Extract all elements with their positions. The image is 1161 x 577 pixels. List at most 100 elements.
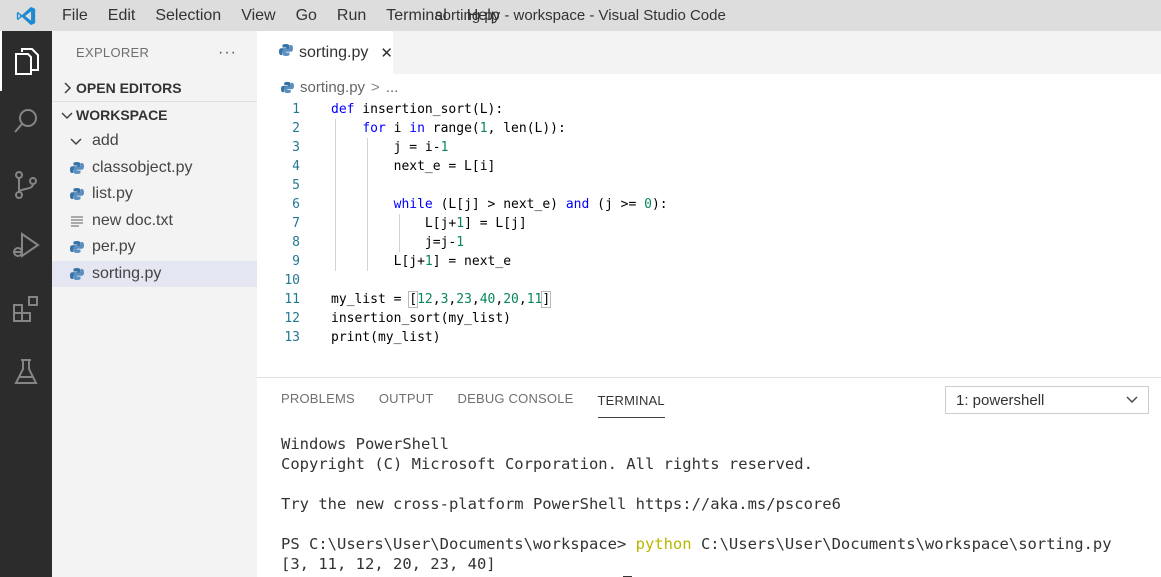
python-icon — [70, 267, 92, 281]
code-text: insertion_sort(my_list) — [331, 311, 512, 326]
explorer-title: EXPLORER — [76, 45, 150, 60]
code-line: 3 j = i-1 — [257, 138, 1161, 157]
code-text: j = i-1 — [331, 140, 449, 155]
tree-item-label: sorting.py — [92, 264, 162, 282]
code-line: 13 print(my_list) — [257, 328, 1161, 347]
terminal-select-dropdown[interactable]: 1: powershell — [945, 386, 1149, 414]
code-text: for i in range(1, len(L)): — [362, 121, 566, 136]
source-control-icon[interactable] — [0, 155, 52, 215]
code-line: 10 — [257, 271, 1161, 290]
code-editor[interactable]: 1 def insertion_sort(L): 2 for i in range… — [257, 100, 1161, 376]
editor-tab-bar: sorting.py ✕ — [257, 31, 1161, 74]
tab-output[interactable]: OUTPUT — [379, 378, 434, 420]
code-text: next_e = L[i] — [331, 159, 496, 174]
python-icon — [279, 43, 293, 62]
testing-icon[interactable] — [0, 342, 52, 402]
python-icon — [70, 240, 92, 254]
tree-item-label: list.py — [92, 185, 133, 203]
explorer-header: EXPLORER ··· — [52, 31, 257, 74]
tree-file-classobject[interactable]: classobject.py — [52, 155, 257, 182]
tab-label: sorting.py — [299, 43, 369, 61]
chevron-right-icon — [58, 81, 76, 94]
tree-item-label: per.py — [92, 238, 136, 256]
tree-item-label: new doc.txt — [92, 211, 173, 229]
code-text: my_list = [12,3,23,40,20,11] — [331, 291, 552, 308]
code-text: print(my_list) — [331, 330, 441, 345]
breadcrumb-symbol[interactable]: ... — [386, 79, 399, 96]
terminal-args: C:\Users\User\Documents\workspace\sortin… — [691, 535, 1112, 553]
workspace-section[interactable]: WORKSPACE — [52, 101, 257, 128]
code-line: 6 while (L[j] > next_e) and (j >= 0): — [257, 195, 1161, 214]
code-line: 2 for i in range(1, len(L)): — [257, 119, 1161, 138]
line-number: 11 — [284, 292, 300, 307]
tree-item-label: classobject.py — [92, 158, 193, 176]
open-editors-label: OPEN EDITORS — [76, 79, 182, 96]
line-number: 7 — [292, 216, 300, 231]
vscode-logo-icon — [0, 0, 52, 31]
code-text: L[j+1] = next_e — [331, 254, 512, 269]
chevron-down-icon — [58, 110, 76, 120]
chevron-down-icon — [1126, 396, 1138, 404]
code-line: 7 L[j+1] = L[j] — [257, 214, 1161, 233]
code-line: 4 next_e = L[i] — [257, 157, 1161, 176]
line-number: 6 — [292, 197, 300, 212]
explorer-icon[interactable] — [0, 31, 52, 91]
extensions-icon[interactable] — [0, 279, 52, 339]
terminal-line: Copyright (C) Microsoft Corporation. All… — [281, 455, 813, 473]
search-icon[interactable] — [0, 91, 52, 151]
more-actions-icon[interactable]: ··· — [218, 44, 237, 62]
menu-go[interactable]: Go — [286, 0, 327, 31]
close-icon[interactable]: ✕ — [380, 44, 393, 62]
line-number: 8 — [292, 235, 300, 250]
window-title: sorting.py - workspace - Visual Studio C… — [435, 7, 726, 24]
tab-problems[interactable]: PROBLEMS — [281, 378, 355, 420]
run-debug-icon[interactable] — [0, 215, 52, 275]
chevron-down-icon — [70, 136, 92, 146]
menu-edit[interactable]: Edit — [98, 0, 146, 31]
menu-run[interactable]: Run — [327, 0, 376, 31]
code-line: 8 j=j-1 — [257, 233, 1161, 252]
tree-file-sorting[interactable]: sorting.py — [52, 260, 257, 287]
text-file-icon — [70, 215, 92, 227]
line-number: 13 — [284, 330, 300, 345]
menu-selection[interactable]: Selection — [145, 0, 231, 31]
code-line: 5 — [257, 176, 1161, 195]
code-text: L[j+1] = L[j] — [331, 216, 527, 231]
tab-debug-console[interactable]: DEBUG CONSOLE — [458, 378, 574, 420]
menu-file[interactable]: File — [52, 0, 98, 31]
code-text: j=j-1 — [331, 235, 465, 250]
tab-sorting-py[interactable]: sorting.py ✕ — [257, 31, 393, 74]
breadcrumb-file[interactable]: sorting.py — [300, 79, 365, 96]
tab-terminal[interactable]: TERMINAL — [597, 380, 665, 418]
terminal-command-line: PS C:\Users\User\Documents\workspace> py… — [281, 534, 1112, 554]
line-number: 1 — [292, 102, 300, 117]
explorer-sidebar: EXPLORER ··· OPEN EDITORS WORKSPACE add … — [52, 31, 257, 577]
line-number: 2 — [292, 121, 300, 136]
code-text: def insertion_sort(L): — [331, 102, 504, 117]
line-number: 4 — [292, 159, 300, 174]
line-number: 12 — [284, 311, 300, 326]
terminal-command: python — [635, 535, 692, 553]
workspace-label: WORKSPACE — [76, 107, 168, 123]
code-line: 9 L[j+1] = next_e — [257, 252, 1161, 271]
code-line: 12 insertion_sort(my_list) — [257, 309, 1161, 328]
tree-file-per[interactable]: per.py — [52, 234, 257, 261]
code-line: 11 my_list = [12,3,23,40,20,11] — [257, 290, 1161, 309]
line-number: 9 — [292, 254, 300, 269]
terminal-line: Try the new cross-platform PowerShell ht… — [281, 495, 841, 513]
tree-folder-add[interactable]: add — [52, 128, 257, 155]
line-number: 5 — [292, 178, 300, 193]
activity-bar — [0, 31, 52, 577]
breadcrumb: sorting.py > ... — [257, 74, 1161, 100]
tree-file-list[interactable]: list.py — [52, 181, 257, 208]
breadcrumb-separator: > — [371, 78, 380, 96]
terminal-prompt: PS C:\Users\User\Documents\workspace> — [281, 535, 636, 553]
terminal-output[interactable]: Windows PowerShell Copyright (C) Microso… — [281, 434, 1112, 574]
open-editors-section[interactable]: OPEN EDITORS — [52, 74, 257, 101]
python-icon — [281, 81, 294, 94]
menu-view[interactable]: View — [231, 0, 285, 31]
line-number: 10 — [284, 273, 300, 288]
tree-file-new-doc[interactable]: new doc.txt — [52, 208, 257, 235]
tree-item-label: add — [92, 132, 119, 150]
